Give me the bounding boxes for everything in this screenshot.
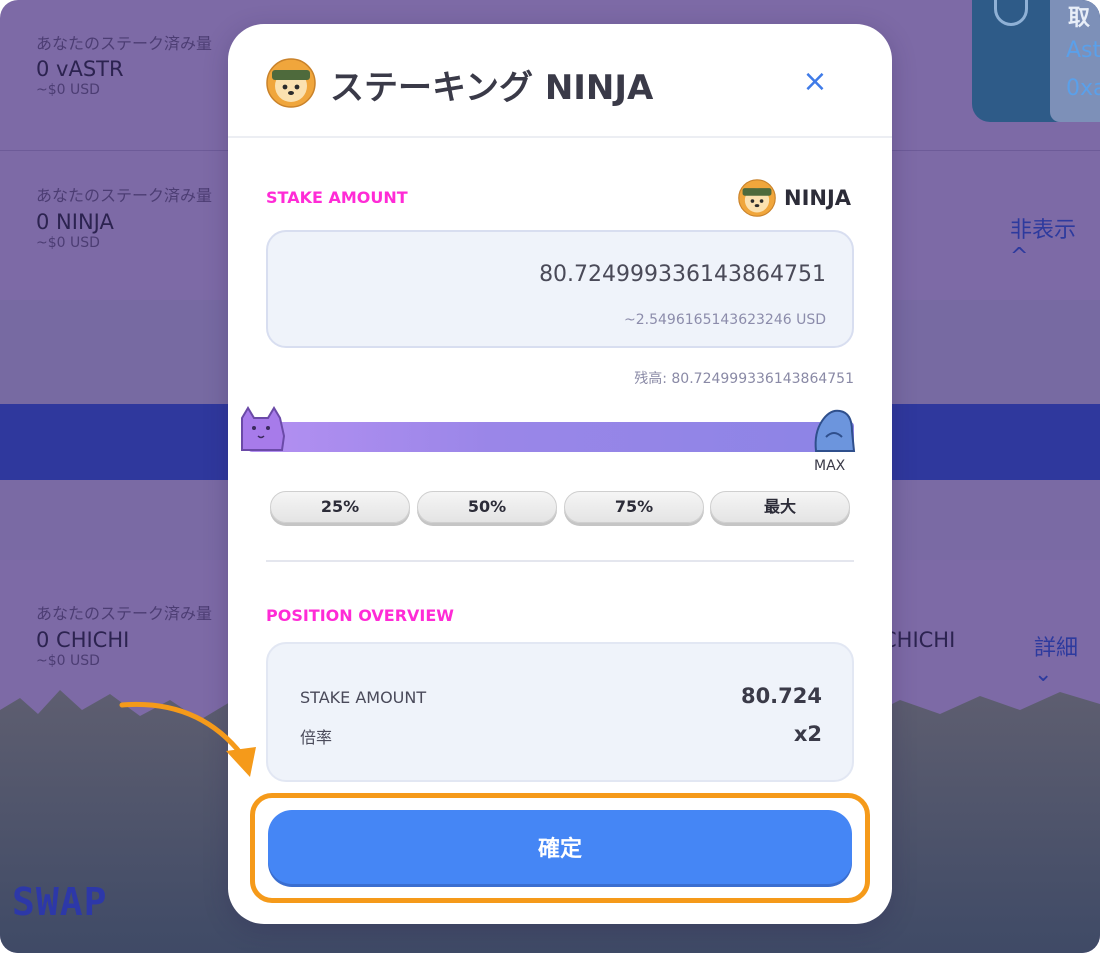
card-title: 取 bbox=[1068, 6, 1091, 31]
overview-stake-value: 80.724 bbox=[740, 684, 822, 708]
staking-modal: ステーキング NINJA × STAKE AMOUNT NINJA ~2.549… bbox=[228, 24, 892, 924]
ninja-token-icon bbox=[738, 179, 776, 217]
overview-stake-label: STAKE AMOUNT bbox=[300, 688, 427, 707]
balance-text[interactable]: 残高: 80.724999336143864751 bbox=[634, 368, 854, 388]
stake-amount-usd: ~2.5496165143623246 USD bbox=[624, 312, 826, 328]
modal-header: ステーキング NINJA × bbox=[228, 24, 892, 138]
stake-slider-fill bbox=[248, 422, 854, 452]
cat-start-icon bbox=[241, 406, 286, 451]
section-divider bbox=[266, 560, 854, 562]
stake-amount-box: ~2.5496165143623246 USD bbox=[266, 230, 854, 348]
bg-row-amount: 0 vASTR bbox=[36, 57, 124, 81]
token-symbol: NINJA bbox=[784, 186, 852, 210]
modal-title: ステーキング NINJA bbox=[330, 68, 654, 108]
notification-card: 取 Ast 0xa bbox=[972, 0, 1100, 122]
percent-50-button[interactable]: 50% bbox=[417, 491, 557, 523]
check-icon bbox=[994, 0, 1028, 26]
bg-hide-toggle[interactable]: 非表示 ^ bbox=[1010, 212, 1100, 269]
position-overview-box: STAKE AMOUNT 80.724 倍率 x2 bbox=[266, 642, 854, 782]
max-button[interactable]: 最大 bbox=[710, 491, 850, 523]
ninja-token-icon bbox=[266, 58, 316, 108]
bg-row-token: CHICHI bbox=[882, 628, 956, 652]
bg-details-toggle[interactable]: 詳細 ⌄ bbox=[1034, 630, 1100, 687]
card-line: Ast bbox=[1066, 38, 1100, 63]
card-address: 0xa bbox=[1066, 76, 1100, 101]
stake-slider-track[interactable] bbox=[248, 422, 854, 452]
stake-amount-label: STAKE AMOUNT bbox=[266, 188, 408, 207]
confirm-button[interactable]: 確定 bbox=[268, 810, 852, 884]
close-icon[interactable]: × bbox=[800, 64, 830, 100]
bg-row-label: あなたのステーク済み量 bbox=[36, 604, 213, 623]
stake-amount-input[interactable] bbox=[306, 262, 826, 287]
overview-multiplier-value: x2 bbox=[793, 722, 822, 746]
bg-row-amount: 0 NINJA bbox=[36, 210, 114, 234]
bg-row-label: あなたのステーク済み量 bbox=[36, 34, 213, 53]
percent-25-button[interactable]: 25% bbox=[270, 491, 410, 523]
overview-multiplier-label: 倍率 bbox=[300, 728, 333, 747]
bg-row-label: あなたのステーク済み量 bbox=[36, 186, 213, 205]
bg-row-usd: ~$0 USD bbox=[36, 235, 100, 251]
bg-row-usd: ~$0 USD bbox=[36, 653, 100, 669]
bg-row-usd: ~$0 USD bbox=[36, 82, 100, 98]
slider-max-label: MAX bbox=[814, 458, 846, 474]
position-overview-label: POSITION OVERVIEW bbox=[266, 606, 454, 625]
slider-handle-icon[interactable] bbox=[812, 407, 856, 453]
swap-logo: SWAP bbox=[12, 880, 108, 924]
bg-row-amount: 0 CHICHI bbox=[36, 628, 130, 652]
percent-75-button[interactable]: 75% bbox=[564, 491, 704, 523]
